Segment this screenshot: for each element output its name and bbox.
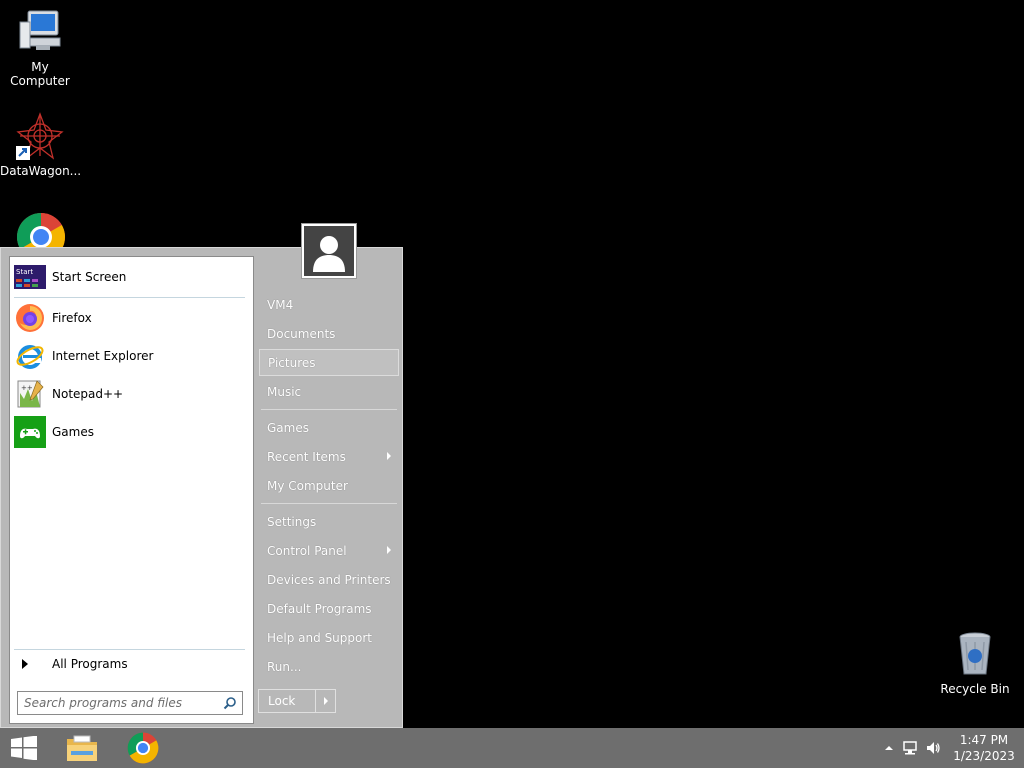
start-link-label: Default Programs xyxy=(267,601,372,616)
start-screen-icon: Start xyxy=(14,261,46,293)
chrome-icon xyxy=(127,732,159,764)
search-programs-input[interactable] xyxy=(24,693,220,713)
submenu-arrow-icon xyxy=(387,546,391,554)
clock-date: 1/23/2023 xyxy=(953,749,1015,763)
start-link-run[interactable]: Run... xyxy=(259,653,399,680)
start-link-recent-items[interactable]: Recent Items xyxy=(259,443,399,470)
search-programs-box xyxy=(17,691,243,715)
start-link-label: Run... xyxy=(267,659,302,674)
clock[interactable]: 1:47 PM 1/23/2023 xyxy=(944,732,1024,764)
system-tray: 1:47 PM 1/23/2023 xyxy=(880,728,1024,768)
lock-button[interactable]: Lock xyxy=(258,689,316,713)
start-link-vm4[interactable]: VM4 xyxy=(259,291,399,318)
start-link-documents[interactable]: Documents xyxy=(259,320,399,347)
datawagon-icon xyxy=(16,112,64,160)
lock-label: Lock xyxy=(268,694,296,708)
start-link-settings[interactable]: Settings xyxy=(259,508,399,535)
separator xyxy=(14,297,245,298)
recycle-bin-icon xyxy=(951,630,999,678)
start-link-pictures[interactable]: Pictures xyxy=(259,349,399,376)
start-screen-tile-text: Start xyxy=(16,268,33,276)
shutdown-options-button[interactable] xyxy=(316,689,336,713)
start-link-label: Devices and Printers xyxy=(267,572,391,587)
all-programs-button[interactable]: All Programs xyxy=(16,653,246,675)
svg-text:++: ++ xyxy=(21,384,33,392)
taskbar-file-explorer[interactable] xyxy=(52,728,112,768)
desktop-icon-label: DataWagon... xyxy=(0,164,82,178)
file-explorer-icon xyxy=(67,735,97,761)
start-link-label: My Computer xyxy=(267,478,348,493)
desktop-icon-my-computer[interactable]: My Computer xyxy=(0,8,80,88)
program-label: Notepad++ xyxy=(52,387,124,401)
network-icon[interactable] xyxy=(898,728,922,768)
computer-icon xyxy=(16,8,64,56)
program-label: Firefox xyxy=(52,311,92,325)
triangle-right-icon xyxy=(22,659,28,669)
separator xyxy=(261,503,397,504)
start-link-help-support[interactable]: Help and Support xyxy=(259,624,399,651)
program-start-screen[interactable]: Start Start Screen xyxy=(14,259,250,295)
start-link-label: Recent Items xyxy=(267,449,346,464)
firefox-icon xyxy=(14,302,46,334)
start-link-devices-printers[interactable]: Devices and Printers xyxy=(259,566,399,593)
start-link-label: Settings xyxy=(267,514,317,529)
search-icon[interactable] xyxy=(220,693,240,713)
start-link-label: Games xyxy=(267,420,309,435)
user-account-picture[interactable] xyxy=(301,223,357,279)
program-label: Internet Explorer xyxy=(52,349,154,363)
program-label: Start Screen xyxy=(52,270,127,284)
start-link-label: Pictures xyxy=(268,355,316,370)
desktop-icon-datawagon[interactable]: DataWagon... xyxy=(0,112,82,178)
taskbar-chrome[interactable] xyxy=(113,728,173,768)
start-link-label: VM4 xyxy=(267,297,294,312)
start-link-label: Help and Support xyxy=(267,630,372,645)
start-menu: Start Start Screen Firefox Internet Expl… xyxy=(0,223,403,728)
separator xyxy=(14,649,245,650)
program-internet-explorer[interactable]: Internet Explorer xyxy=(14,338,250,374)
program-label: Games xyxy=(52,425,94,439)
start-link-default-programs[interactable]: Default Programs xyxy=(259,595,399,622)
program-notepadpp[interactable]: ++ Notepad++ xyxy=(14,376,250,412)
program-games[interactable]: Games xyxy=(14,414,250,450)
start-button[interactable] xyxy=(0,728,48,768)
start-link-label: Music xyxy=(267,384,302,399)
notepadpp-icon: ++ xyxy=(14,378,46,410)
start-link-label: Documents xyxy=(267,326,336,341)
windows-logo-icon xyxy=(11,736,37,760)
submenu-arrow-icon xyxy=(387,452,391,460)
all-programs-label: All Programs xyxy=(52,657,128,671)
start-link-my-computer[interactable]: My Computer xyxy=(259,472,399,499)
start-link-control-panel[interactable]: Control Panel xyxy=(259,537,399,564)
user-icon xyxy=(304,226,354,276)
clock-time: 1:47 PM xyxy=(959,733,1009,747)
desktop-icon-label: Recycle Bin xyxy=(940,682,1010,696)
volume-icon[interactable] xyxy=(922,728,944,768)
start-menu-programs-pane: Start Start Screen Firefox Internet Expl… xyxy=(9,256,254,724)
chevron-up-icon xyxy=(885,746,893,750)
start-link-label: Control Panel xyxy=(267,543,347,558)
start-link-music[interactable]: Music xyxy=(259,378,399,405)
show-hidden-icons-button[interactable] xyxy=(880,728,898,768)
separator xyxy=(261,409,397,410)
chevron-right-icon xyxy=(323,697,328,705)
games-icon xyxy=(14,416,46,448)
start-link-games[interactable]: Games xyxy=(259,414,399,441)
desktop-icon-recycle-bin[interactable]: Recycle Bin xyxy=(935,630,1015,696)
taskbar: 1:47 PM 1/23/2023 xyxy=(0,728,1024,768)
internet-explorer-icon xyxy=(14,340,46,372)
program-firefox[interactable]: Firefox xyxy=(14,300,250,336)
desktop-icon-label: My Computer xyxy=(10,60,70,88)
